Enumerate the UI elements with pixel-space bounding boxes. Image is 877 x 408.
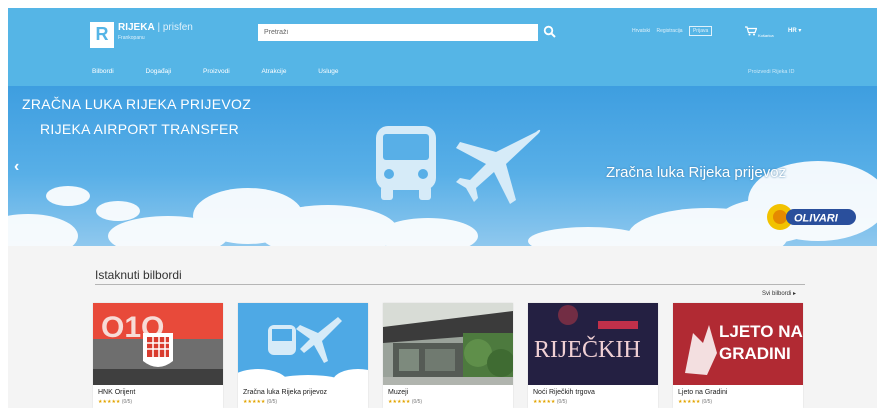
hero-caption: Zračna luka Rijeka prijevoz: [606, 164, 787, 181]
brand-name[interactable]: RIJEKA | prisfen: [118, 22, 193, 33]
main-nav: Bilbordi Događaji Proizvodi Atrakcije Us…: [92, 68, 369, 75]
card-thumbnail: O1O: [93, 303, 223, 385]
svg-text:GRADINI: GRADINI: [719, 344, 791, 363]
card-title[interactable]: Ljeto na Gradini: [678, 389, 727, 396]
cart-label[interactable]: Košarica: [758, 33, 774, 38]
language-select[interactable]: HR ▾: [788, 27, 801, 34]
card-thumbnail: LJETO NA GRADINI: [673, 303, 803, 385]
card-thumbnail: [238, 303, 368, 385]
nav-item-usluge[interactable]: Usluge: [318, 68, 338, 75]
olivari-logo: OLIVARI: [767, 204, 856, 230]
card-rating: ★★★★★ (0/5): [98, 399, 133, 405]
hero-headline: ZRAČNA LUKA RIJEKA PRIJEVOZ: [22, 96, 252, 112]
card-title[interactable]: Muzeji: [388, 389, 408, 396]
billboard-card[interactable]: RIJEČKIH Noći Riječkih trgova ★★★★★ (0/5…: [528, 303, 658, 408]
see-all-link[interactable]: Svi bilbordi ▸: [762, 290, 796, 297]
card-rating: ★★★★★ (0/5): [388, 399, 423, 405]
svg-text:RIJEČKIH: RIJEČKIH: [534, 336, 641, 363]
svg-text:LJETO NA: LJETO NA: [719, 322, 803, 341]
bus-icon: [376, 126, 436, 200]
brand-tagline: Frankopanu: [118, 35, 145, 41]
card-rating: ★★★★★ (0/5): [678, 399, 713, 405]
nav-item-proizvodi[interactable]: Proizvodi: [203, 68, 230, 75]
brand-text: RIJEKA: [118, 22, 155, 33]
card-rating: ★★★★★ (0/5): [533, 399, 568, 405]
search-input[interactable]: [258, 24, 538, 41]
billboard-card[interactable]: O1O HNK Orijent ★★★★★ (0/5): [93, 303, 223, 408]
register-link[interactable]: Registracija: [656, 28, 682, 34]
billboard-card[interactable]: Zračna luka Rijeka prijevoz ★★★★★ (0/5): [238, 303, 368, 408]
card-thumbnail: RIJEČKIH: [528, 303, 658, 385]
card-title[interactable]: Zračna luka Rijeka prijevoz: [243, 389, 327, 396]
card-title[interactable]: HNK Orijent: [98, 389, 135, 396]
airplane-icon: [456, 129, 541, 204]
search-icon[interactable]: [543, 25, 557, 39]
browser-viewport: R RIJEKA | prisfen Frankopanu Hrvatski R…: [8, 8, 877, 408]
card-thumbnail: [383, 303, 513, 385]
account-links: Hrvatski Registracija Prijava: [632, 26, 717, 36]
nav-item-atrakcije[interactable]: Atrakcije: [262, 68, 287, 75]
hero-subheadline: RIJEKA AIRPORT TRANSFER: [40, 121, 240, 137]
card-rating: ★★★★★ (0/5): [243, 399, 278, 405]
site-logo[interactable]: R: [90, 22, 114, 48]
language-link[interactable]: Hrvatski: [632, 28, 650, 34]
site-header: R RIJEKA | prisfen Frankopanu Hrvatski R…: [8, 8, 877, 86]
cart-icon[interactable]: [745, 26, 757, 36]
billboard-card[interactable]: LJETO NA GRADINI Ljeto na Gradini ★★★★★ …: [673, 303, 803, 408]
hero-slider[interactable]: ZRAČNA LUKA RIJEKA PRIJEVOZ RIJEKA AIRPO…: [8, 86, 877, 246]
slider-prev-arrow[interactable]: ‹: [14, 158, 19, 176]
billboard-card[interactable]: Muzeji ★★★★★ (0/5): [383, 303, 513, 408]
nav-right-link[interactable]: Proizvedi Rijeka ID: [748, 69, 794, 75]
svg-text:OLIVARI: OLIVARI: [794, 213, 839, 225]
section-divider: [95, 284, 805, 285]
login-link[interactable]: Prijava: [688, 26, 713, 36]
brand-suffix: | prisfen: [157, 22, 193, 33]
card-title[interactable]: Noći Riječkih trgova: [533, 389, 595, 396]
nav-item-dogadaji[interactable]: Događaji: [146, 68, 172, 75]
nav-item-bilbordi[interactable]: Bilbordi: [92, 68, 114, 75]
section-title: Istaknuti bilbordi: [95, 268, 182, 282]
